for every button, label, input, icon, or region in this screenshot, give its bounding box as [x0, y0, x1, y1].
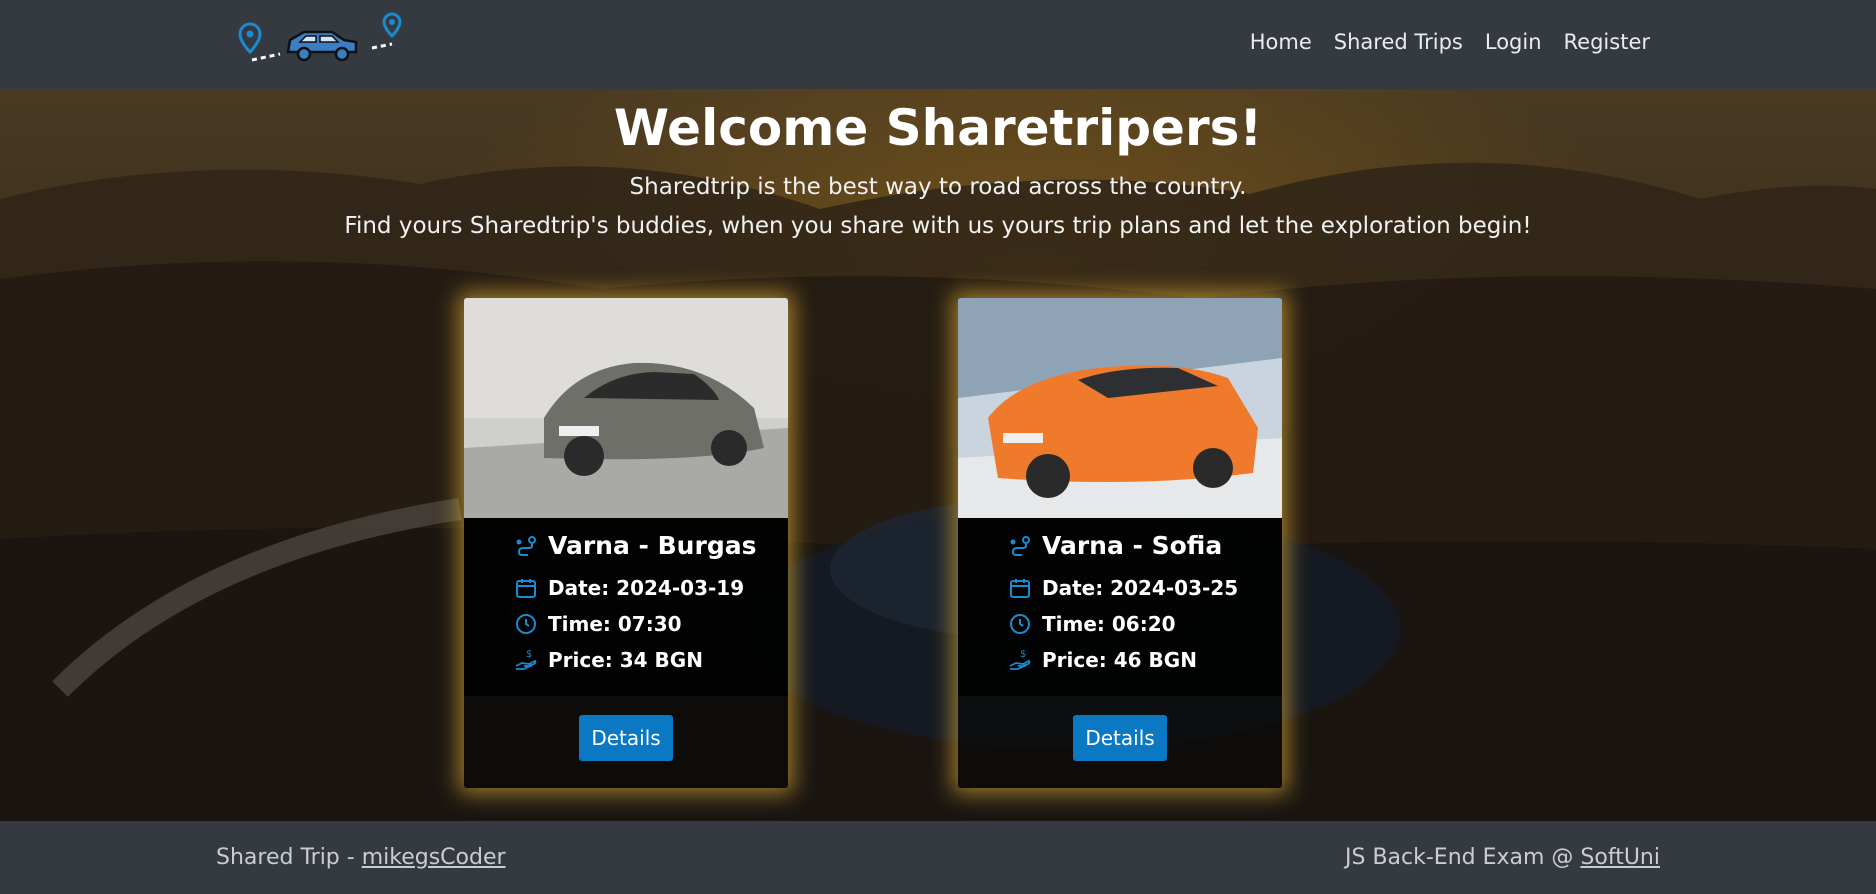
trip-route: Varna - Burgas — [548, 531, 757, 560]
trip-date: Date: 2024-03-19 — [548, 576, 745, 600]
trip-time: Time: 07:30 — [548, 612, 682, 636]
author-link[interactable]: mikegsCoder — [362, 845, 506, 870]
hero-title: Welcome Sharetripers! — [613, 99, 1263, 157]
route-icon — [516, 535, 536, 556]
route-icon — [1010, 535, 1030, 556]
trip-card: Varna - Sofia Date: 2024-03-25 Time: 06:… — [958, 298, 1282, 788]
trip-date: Date: 2024-03-25 — [1042, 576, 1239, 600]
trip-card: Varna - Burgas Date: 2024-03-19 Time: 07… — [464, 298, 788, 788]
trip-time: Time: 06:20 — [1042, 612, 1176, 636]
footer-exam: JS Back-End Exam @ SoftUni — [1345, 845, 1660, 870]
trip-car-image — [958, 298, 1282, 518]
hero-section: Welcome Sharetripers! Sharedtrip is the … — [0, 89, 1876, 821]
footer-credit: Shared Trip - mikegsCoder — [216, 845, 506, 870]
trip-price: Price: 34 BGN — [548, 648, 703, 672]
svg-text:$: $ — [526, 649, 532, 660]
nav-links: Home Shared Trips Login Register — [1250, 30, 1650, 54]
nav-register-link[interactable]: Register — [1564, 30, 1650, 54]
price-hand-icon: $ — [515, 649, 537, 670]
clock-icon — [1010, 614, 1030, 634]
car-icon — [286, 30, 358, 62]
navbar: Home Shared Trips Login Register — [0, 0, 1876, 89]
svg-text:$: $ — [1020, 649, 1026, 660]
nav-home-link[interactable]: Home — [1250, 30, 1312, 54]
footer-exam-prefix: JS Back-End Exam @ — [1345, 845, 1581, 870]
softuni-link[interactable]: SoftUni — [1580, 845, 1660, 870]
nav-shared-trips-link[interactable]: Shared Trips — [1334, 30, 1463, 54]
map-pin-icon — [238, 22, 262, 55]
price-hand-icon: $ — [1009, 649, 1031, 670]
hero-subtitle-line-1: Sharedtrip is the best way to road acros… — [629, 174, 1247, 200]
map-pin-icon — [382, 12, 402, 39]
trip-car-image — [464, 298, 788, 518]
hero-subtitle-line-2: Find yours Sharedtrip's buddies, when yo… — [344, 213, 1532, 239]
trip-info: Varna - Sofia Date: 2024-03-25 Time: 06:… — [958, 518, 1282, 696]
clock-icon — [516, 614, 536, 634]
nav-login-link[interactable]: Login — [1485, 30, 1542, 54]
calendar-icon — [1010, 579, 1030, 598]
details-button[interactable]: Details — [1073, 715, 1167, 761]
trip-route: Varna - Sofia — [1042, 531, 1223, 560]
calendar-icon — [516, 579, 536, 598]
trip-price: Price: 46 BGN — [1042, 648, 1197, 672]
details-button[interactable]: Details — [579, 715, 673, 761]
sharedtrip-logo[interactable] — [232, 12, 412, 68]
footer: Shared Trip - mikegsCoder JS Back-End Ex… — [0, 821, 1876, 894]
footer-credit-prefix: Shared Trip - — [216, 845, 362, 870]
trip-info: Varna - Burgas Date: 2024-03-19 Time: 07… — [464, 518, 788, 696]
